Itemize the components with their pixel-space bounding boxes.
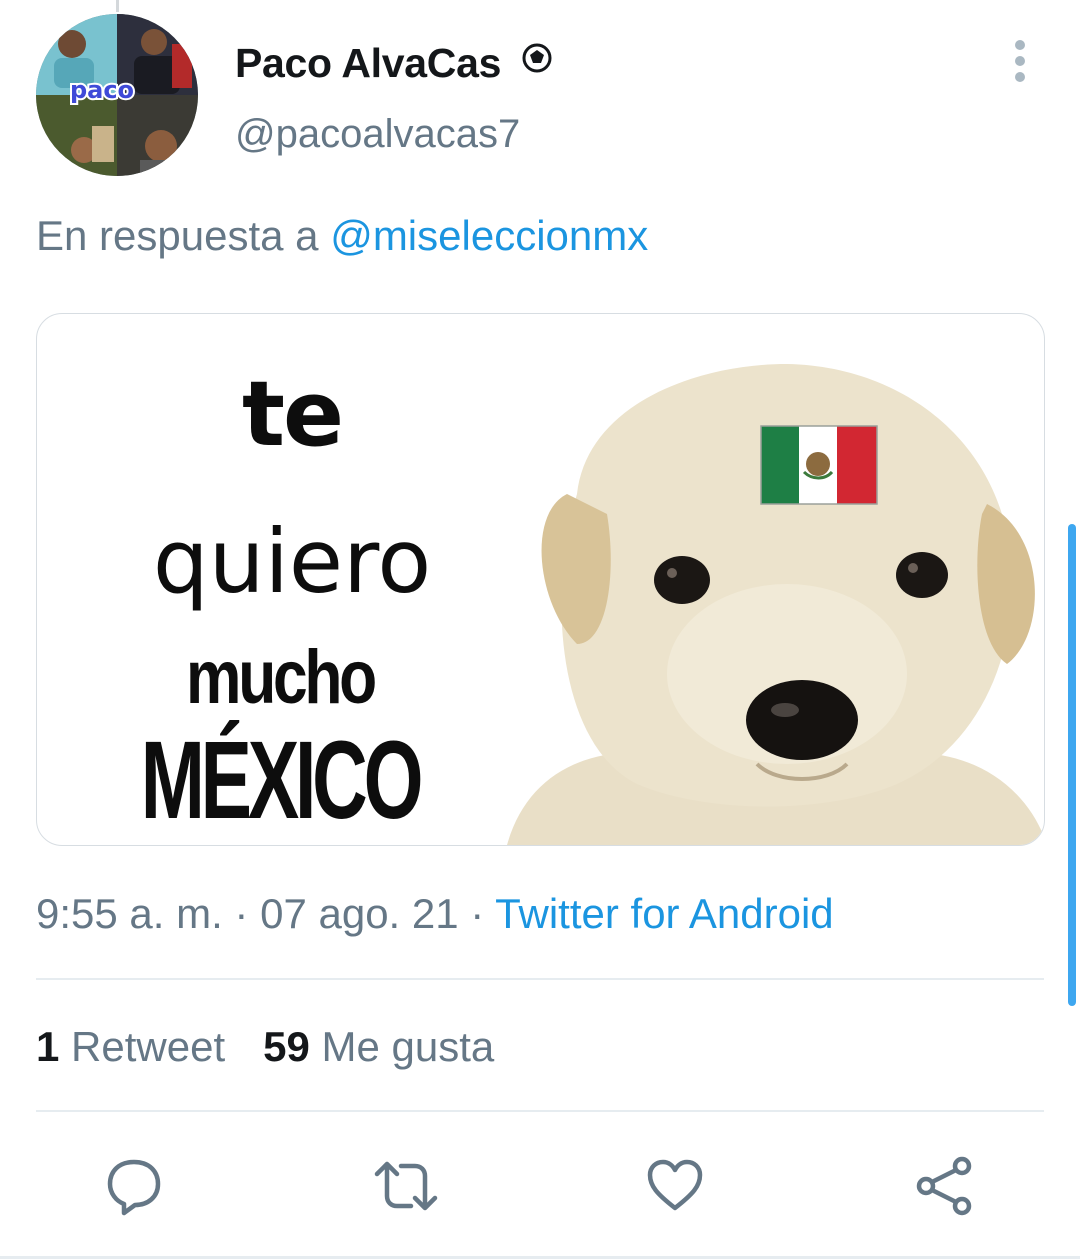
likes-label: Me gusta [321, 1023, 495, 1070]
source-link[interactable]: Twitter for Android [495, 890, 833, 937]
reply-context: En respuesta a @miseleccionmx [36, 212, 648, 260]
scrollbar[interactable] [1068, 524, 1076, 1006]
reply-button[interactable] [104, 1156, 164, 1216]
reply-prefix: En respuesta a [36, 212, 319, 259]
thread-connector [116, 0, 119, 12]
author-handle[interactable]: @pacoalvacas7 [235, 112, 520, 157]
divider [36, 978, 1044, 980]
engagement-stats: 1 Retweet 59 Me gusta [36, 1023, 494, 1071]
avatar[interactable]: paco [36, 14, 198, 176]
avatar-label: paco [70, 76, 134, 104]
like-icon [647, 1159, 703, 1211]
likes-stat[interactable]: 59 Me gusta [263, 1023, 494, 1070]
mexican-flag-icon [760, 425, 878, 505]
soccer-ball-icon [520, 38, 554, 85]
tweet-media-image[interactable]: te quiero mucho MÉXICO [36, 313, 1045, 846]
retweets-count: 1 [36, 1023, 60, 1070]
retweets-stat[interactable]: 1 Retweet [36, 1023, 225, 1070]
share-icon [916, 1156, 972, 1216]
retweet-button[interactable] [373, 1156, 438, 1216]
share-button[interactable] [914, 1156, 974, 1216]
tweet-metadata: 9:55 a. m. · 07 ago. 21 · Twitter for An… [36, 890, 834, 938]
likes-count: 59 [263, 1023, 310, 1070]
meme-caption: te quiero mucho MÉXICO [37, 314, 527, 845]
author-name-text: Paco AlvaCas [235, 40, 502, 86]
puppy-illustration [507, 364, 1044, 845]
timestamp: 9:55 a. m. · 07 ago. 21 · [36, 890, 496, 937]
reply-icon [107, 1159, 161, 1216]
like-button[interactable] [645, 1156, 705, 1216]
retweet-icon [374, 1161, 438, 1211]
author-name[interactable]: Paco AlvaCas [235, 38, 554, 87]
meme-line-4: MÉXICO [140, 719, 424, 842]
tweet-detail: paco Paco AlvaCas @pacoalvacas7 En respu… [0, 0, 1080, 1259]
reply-to-link[interactable]: @miseleccionmx [330, 212, 648, 259]
meme-line-3: mucho [186, 635, 377, 720]
retweets-label: Retweet [71, 1023, 226, 1070]
divider [36, 1110, 1044, 1112]
more-options-icon[interactable] [1006, 40, 1034, 84]
